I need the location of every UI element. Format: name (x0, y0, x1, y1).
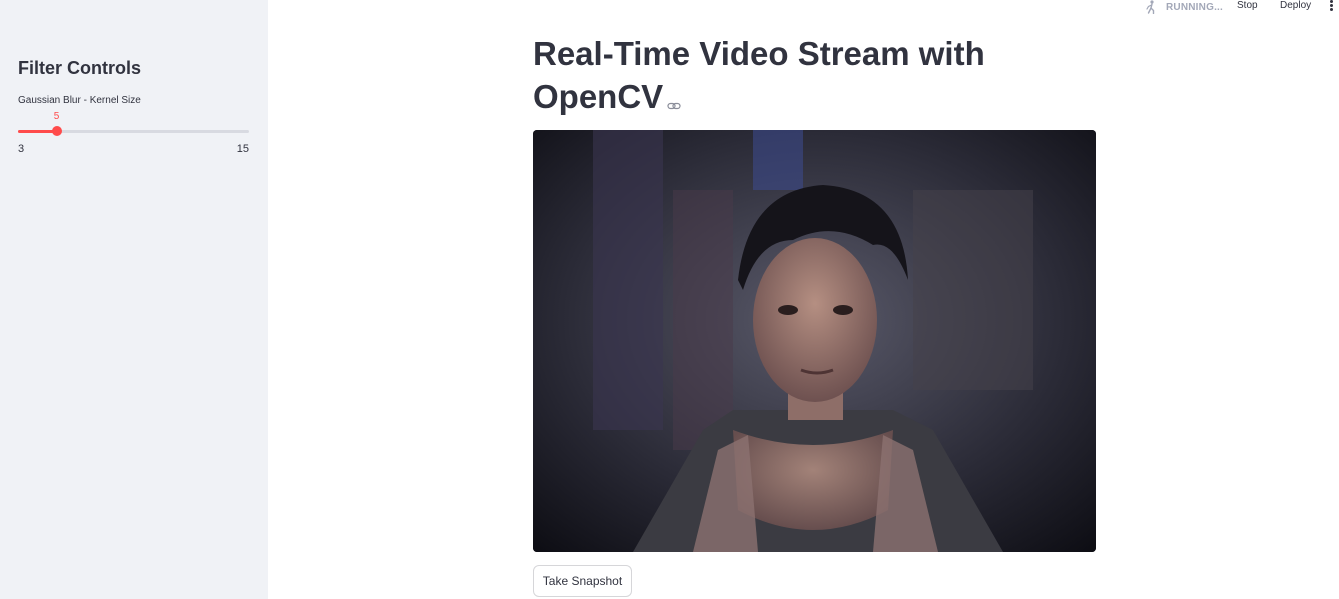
kernel-size-slider[interactable] (18, 126, 249, 136)
deploy-button[interactable]: Deploy (1280, 0, 1311, 11)
running-person-icon (1146, 0, 1155, 14)
sidebar-title: Filter Controls (18, 58, 142, 78)
slider-fill (18, 130, 57, 133)
take-snapshot-button[interactable]: Take Snapshot (533, 565, 632, 597)
slider-thumb[interactable] (51, 126, 62, 136)
main-menu-button[interactable] (1329, 0, 1335, 12)
slider-min-label: 3 (18, 143, 25, 155)
link-icon[interactable] (667, 78, 681, 121)
running-status: RUNNING... (1144, 0, 1223, 14)
video-stream (533, 130, 1096, 552)
slider-value: 5 (53, 111, 60, 122)
slider-max-label: 15 (236, 143, 249, 155)
vertical-dots-icon (1329, 0, 1335, 11)
webcam-frame (533, 130, 1096, 552)
page-title-text: Real-Time Video Stream with OpenCV (533, 35, 985, 115)
stop-button[interactable]: Stop (1237, 0, 1258, 11)
page-title: Real-Time Video Stream with OpenCV (533, 32, 1093, 121)
slider-label: Gaussian Blur - Kernel Size (18, 95, 141, 106)
running-status-text: RUNNING... (1166, 1, 1223, 13)
sidebar: Filter Controls Gaussian Blur - Kernel S… (0, 0, 268, 599)
